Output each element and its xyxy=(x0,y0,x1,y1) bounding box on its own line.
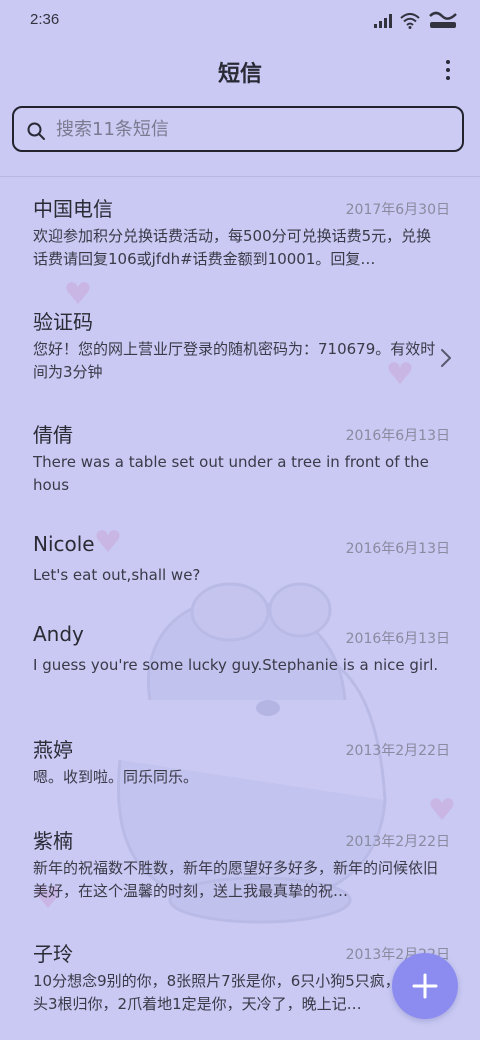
header: 短信 xyxy=(0,46,480,96)
message-sender: 验证码 xyxy=(33,310,93,334)
status-time: 2:36 xyxy=(30,11,60,28)
message-date: 2017年6月30日 xyxy=(345,202,450,218)
status-icons xyxy=(374,8,458,34)
message-date: 2013年2月22日 xyxy=(345,834,450,850)
message-preview: 欢迎参加积分兑换话费活动，每500分可兑换话费5元，兑换话费请回复106或jfd… xyxy=(33,227,432,268)
message-preview: Let's eat out,shall we? xyxy=(33,566,201,584)
message-preview: 10分想念9别的你，8张照片7张是你，6只小狗5只疯，4根骨头3根归你，2爪着地… xyxy=(33,972,440,1013)
message-preview: 新年的祝福数不胜数，新年的愿望好多好多，新年的问候依旧美好，在这个温馨的时刻，送… xyxy=(33,859,439,900)
battery-icon xyxy=(429,11,457,28)
search-bar[interactable] xyxy=(12,106,464,152)
message-item[interactable]: 中国电信 2017年6月30日 欢迎参加积分兑换话费活动，每500分可兑换话费5… xyxy=(0,177,480,287)
new-message-button[interactable] xyxy=(392,953,458,1019)
message-date: 2013年2月22日 xyxy=(345,743,450,759)
message-date: 2016年6月13日 xyxy=(345,631,450,647)
message-preview: 嗯。收到啦。同乐同乐。 xyxy=(33,768,199,786)
message-sender: Nicole xyxy=(33,532,95,556)
message-item[interactable]: 紫楠 2013年2月22日 新年的祝福数不胜数，新年的愿望好多好多，新年的问候依… xyxy=(0,809,480,919)
message-item[interactable]: 验证码 您好！您的网上营业厅登录的随机密码为：710679。有效时间为3分钟 xyxy=(0,290,480,400)
more-options-button[interactable] xyxy=(440,56,456,84)
message-sender: 倩倩 xyxy=(33,423,73,447)
message-sender: 燕婷 xyxy=(33,738,73,762)
message-preview: I guess you're some lucky guy.Stephanie … xyxy=(33,656,439,674)
message-sender: 中国电信 xyxy=(33,197,113,221)
search-input[interactable] xyxy=(56,108,446,150)
wifi-icon xyxy=(400,13,420,29)
more-vertical-icon-dot xyxy=(446,68,450,72)
message-sender: 子玲 xyxy=(33,942,73,966)
status-bar: 2:36 xyxy=(0,0,480,42)
message-preview: There was a table set out under a tree i… xyxy=(33,453,429,494)
message-date: 2016年6月13日 xyxy=(345,541,450,557)
page-title: 短信 xyxy=(217,61,262,86)
more-vertical-icon xyxy=(446,60,450,64)
message-item[interactable]: 倩倩 2016年6月13日 There was a table set out … xyxy=(0,403,480,513)
message-preview: 您好！您的网上营业厅登录的随机密码为：710679。有效时间为3分钟 xyxy=(33,340,436,381)
more-vertical-icon-dot xyxy=(446,76,450,80)
search-icon xyxy=(27,122,45,140)
plus-icon xyxy=(412,973,438,999)
message-item[interactable]: Andy 2016年6月13日 I guess you're some luck… xyxy=(0,606,480,716)
signal-icon xyxy=(374,14,392,28)
message-date: 2016年6月13日 xyxy=(345,428,450,444)
chevron-right-icon xyxy=(441,349,451,367)
message-sender: Andy xyxy=(33,622,84,646)
message-sender: 紫楠 xyxy=(33,829,73,853)
